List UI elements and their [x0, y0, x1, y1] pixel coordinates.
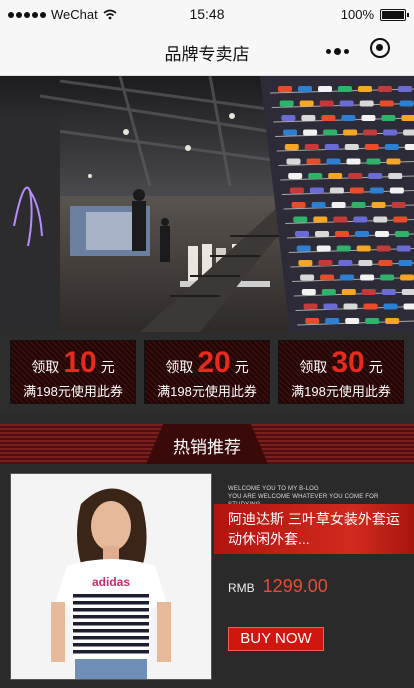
- coupon-amount: 20: [197, 346, 231, 379]
- buy-now-button[interactable]: BUY NOW: [228, 627, 324, 651]
- navigation-bar: 品牌专卖店: [0, 28, 414, 76]
- battery-percent: 100%: [340, 7, 374, 22]
- coupon-take-label: 领取: [165, 359, 194, 375]
- hot-recommend-header: 热销推荐: [0, 424, 414, 464]
- coupon-condition: 满198元使用此券: [23, 384, 123, 399]
- battery-icon: [380, 8, 409, 21]
- coupon-amount: 10: [63, 346, 97, 379]
- store-banner-image[interactable]: [0, 76, 414, 332]
- tagline-line-1: WELCOME YOU TO MY B-LOG: [228, 486, 319, 492]
- model-in-striped-tee-illustration: adidas: [11, 474, 211, 679]
- coupon-row: 领取 10 元 满198元使用此券 领取 20 元 满198元使用此券 领取 3…: [0, 332, 414, 412]
- product-price: RMB 1299.00: [228, 576, 328, 597]
- close-miniprogram-icon[interactable]: [370, 38, 390, 58]
- coupon-unit: 元: [234, 359, 249, 375]
- coupon-20[interactable]: 领取 20 元 满198元使用此券: [144, 340, 270, 404]
- coupon-30[interactable]: 领取 30 元 满198元使用此券: [278, 340, 404, 404]
- coupon-condition: 满198元使用此券: [291, 384, 391, 399]
- battery-area: 100%: [340, 7, 409, 22]
- shirt-print: adidas: [92, 575, 130, 589]
- store-interior-illustration: [0, 76, 414, 332]
- coupon-amount: 30: [331, 346, 365, 379]
- product-card[interactable]: adidas WELCOME YOU TO MY B-LOG YOU ARE W…: [0, 464, 414, 688]
- more-options-icon[interactable]: [326, 42, 352, 60]
- coupon-unit: 元: [100, 359, 115, 375]
- price-currency: RMB: [228, 581, 255, 595]
- price-amount: 1299.00: [262, 576, 328, 596]
- product-name[interactable]: 阿迪达斯 三叶草女装外套运动休闲外套...: [214, 504, 414, 554]
- coupon-condition: 满198元使用此券: [157, 384, 257, 399]
- status-bar: WeChat 15:48 100%: [0, 0, 414, 28]
- coupon-unit: 元: [368, 359, 383, 375]
- coupon-take-label: 领取: [299, 359, 328, 375]
- coupon-take-label: 领取: [31, 359, 60, 375]
- product-image[interactable]: adidas: [10, 473, 212, 680]
- section-title: 热销推荐: [173, 438, 241, 457]
- coupon-10[interactable]: 领取 10 元 满198元使用此券: [10, 340, 136, 404]
